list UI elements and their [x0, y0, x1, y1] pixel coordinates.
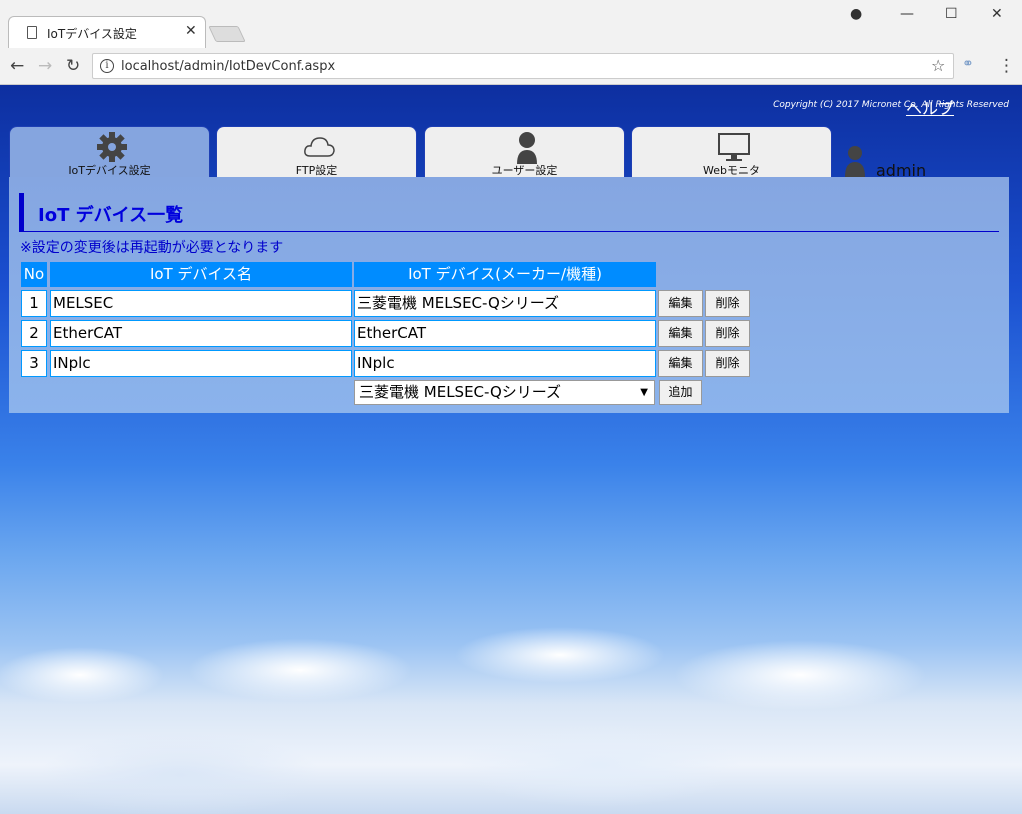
tab-ftp-settings[interactable]: FTP設定 — [216, 126, 417, 178]
delete-button[interactable]: 削除 — [705, 350, 750, 377]
device-name-field[interactable]: EtherCAT — [50, 320, 352, 347]
tab-iot-device-settings[interactable]: IoTデバイス設定 — [9, 126, 210, 178]
bookmark-star-icon[interactable]: ☆ — [931, 56, 945, 75]
user-icon — [517, 132, 537, 164]
menu-icon[interactable]: ⋮ — [998, 56, 1015, 76]
row-no: 2 — [21, 320, 47, 347]
browser-tab[interactable]: IoTデバイス設定 ✕ — [8, 16, 206, 48]
column-header-no: No — [21, 262, 47, 287]
back-icon[interactable]: ← — [10, 56, 24, 76]
restart-note: ※設定の変更後は再起動が必要となります — [20, 240, 284, 256]
device-type-field[interactable]: EtherCAT — [354, 320, 656, 347]
column-header-device-name: IoT デバイス名 — [50, 262, 352, 287]
edit-button[interactable]: 編集 — [658, 290, 703, 317]
device-name-field[interactable]: MELSEC — [50, 290, 352, 317]
section-title-text: IoT デバイス一覧 — [38, 205, 184, 226]
tab-label: Webモニタ — [703, 164, 760, 177]
window-close-icon[interactable]: ✕ — [991, 6, 1003, 22]
profile-icon[interactable]: ● — [850, 6, 862, 22]
address-bar[interactable]: i localhost/admin/IotDevConf.aspx ☆ — [92, 53, 954, 79]
copyright: Copyright (C) 2017 Micronet Co. All Righ… — [773, 100, 1009, 110]
delete-button[interactable]: 削除 — [705, 320, 750, 347]
device-name-field[interactable]: INplc — [50, 350, 352, 377]
row-no: 1 — [21, 290, 47, 317]
add-button[interactable]: 追加 — [659, 380, 702, 405]
device-type-field[interactable]: INplc — [354, 350, 656, 377]
column-header-device-type: IoT デバイス(メーカー/機種) — [354, 262, 656, 287]
device-type-select[interactable]: 三菱電機 MELSEC-Qシリーズ ▼ — [354, 380, 655, 405]
new-tab-button[interactable] — [208, 26, 246, 42]
cloud-background — [0, 615, 1022, 814]
reload-icon[interactable]: ↻ — [66, 56, 80, 76]
tab-label: FTP設定 — [295, 164, 338, 177]
edit-button[interactable]: 編集 — [658, 350, 703, 377]
chevron-down-icon: ▼ — [640, 387, 648, 398]
browser-tab-title: IoTデバイス設定 — [47, 27, 137, 41]
tab-label: ユーザー設定 — [491, 164, 558, 177]
minimize-icon[interactable]: — — [900, 6, 914, 22]
close-tab-icon[interactable]: ✕ — [185, 23, 197, 39]
tab-web-monitor[interactable]: Webモニタ — [631, 126, 832, 178]
browser-chrome: IoTデバイス設定 ✕ ● — ☐ ✕ ← → ↻ i localhost/ad… — [0, 0, 1022, 85]
device-type-field[interactable]: 三菱電機 MELSEC-Qシリーズ — [354, 290, 656, 317]
document-icon — [27, 26, 37, 39]
monitor-icon — [718, 133, 750, 161]
info-icon[interactable]: i — [100, 59, 114, 73]
section-title: IoT デバイス一覧 — [19, 193, 999, 232]
content-panel: IoT デバイス一覧 ※設定の変更後は再起動が必要となります No IoT デバ… — [9, 177, 1009, 413]
row-no: 3 — [21, 350, 47, 377]
delete-button[interactable]: 削除 — [705, 290, 750, 317]
gear-icon — [97, 132, 127, 162]
user-info: admin — [844, 145, 926, 181]
extension-icon[interactable]: ⚭ — [962, 56, 974, 72]
page: ヘルプ Copyright (C) 2017 Micronet Co. All … — [0, 85, 1022, 814]
url-text: localhost/admin/IotDevConf.aspx — [121, 59, 336, 74]
maximize-icon[interactable]: ☐ — [945, 6, 958, 22]
edit-button[interactable]: 編集 — [658, 320, 703, 347]
cloud-icon — [304, 137, 335, 157]
tab-user-settings[interactable]: ユーザー設定 — [424, 126, 625, 178]
user-icon — [845, 146, 865, 177]
device-type-select-value: 三菱電機 MELSEC-Qシリーズ — [359, 383, 562, 401]
tab-label: IoTデバイス設定 — [68, 164, 151, 177]
forward-icon[interactable]: → — [38, 56, 52, 76]
